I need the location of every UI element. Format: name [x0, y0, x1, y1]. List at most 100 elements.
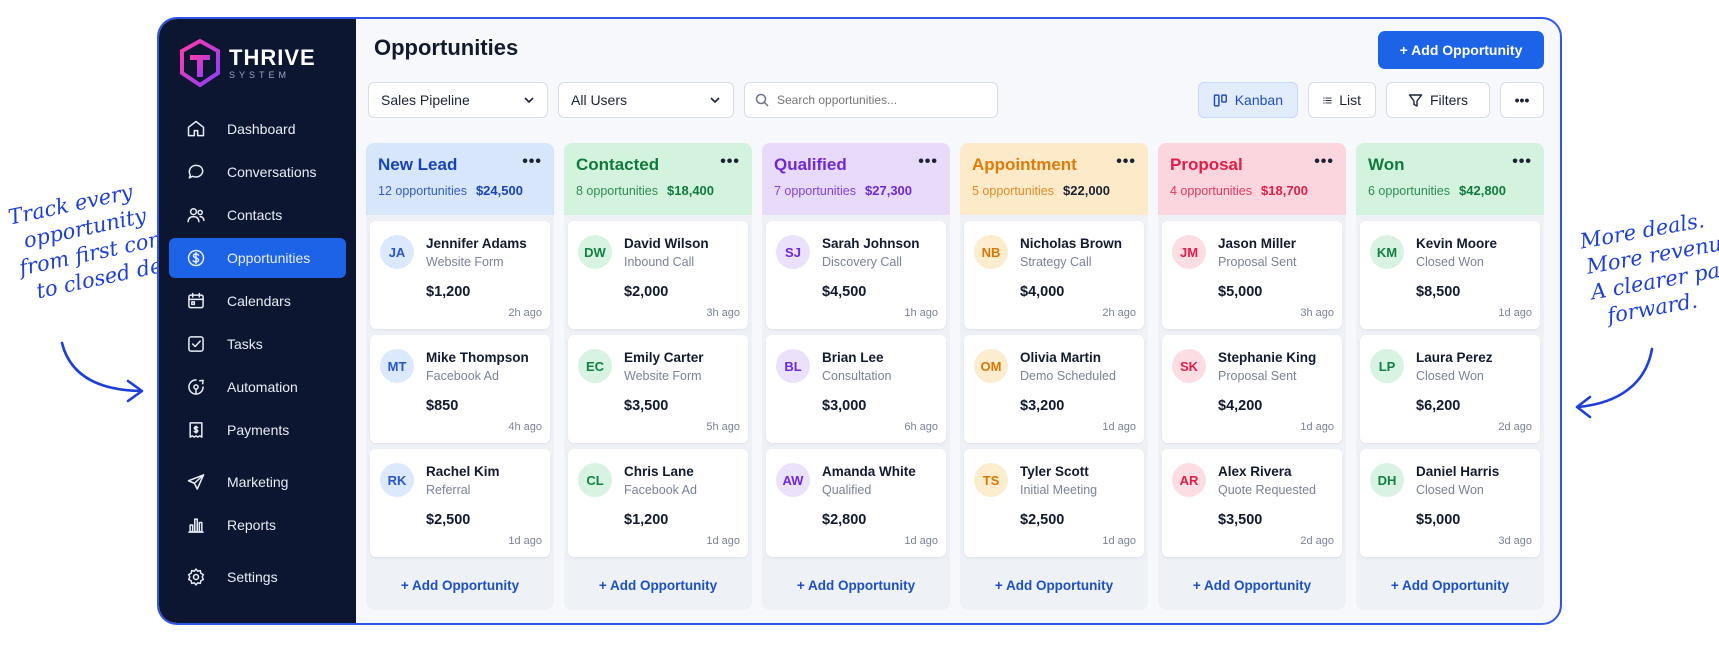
column-add-opportunity-button[interactable]: + Add Opportunity: [964, 563, 1144, 607]
column-count: 7 opportunities: [774, 184, 857, 198]
opportunity-card[interactable]: SK Stephanie King Proposal Sent $4,200 1d ag…: [1162, 335, 1342, 443]
sidebar-item-marketing[interactable]: Marketing: [169, 462, 346, 502]
timestamp: 6h ago: [904, 421, 938, 433]
opportunity-card[interactable]: TS Tyler Scott Initial Meeting $2,500 1d ago: [964, 449, 1144, 557]
brand[interactable]: THRIVE SYSTEM: [159, 37, 356, 89]
column-title: Contacted: [576, 155, 660, 174]
opportunity-card[interactable]: RK Rachel Kim Referral $2,500 1d ago: [370, 449, 550, 557]
search-box[interactable]: [744, 82, 998, 118]
users-select[interactable]: All Users: [558, 82, 734, 118]
kanban-view-button[interactable]: Kanban: [1198, 82, 1298, 118]
opportunity-card[interactable]: CL Chris Lane Facebook Ad $1,200 1d ago: [568, 449, 748, 557]
contact-name: Laura Perez: [1416, 350, 1493, 365]
deal-amount: $3,200: [1020, 398, 1065, 414]
opportunity-card[interactable]: AR Alex Rivera Quote Requested $3,500 2d ago: [1162, 449, 1342, 557]
avatar: LP: [1370, 349, 1404, 383]
receipt-icon: [185, 419, 207, 441]
avatar: EC: [578, 349, 612, 383]
filter-icon: [1408, 93, 1423, 107]
lead-source: Consultation: [822, 369, 892, 383]
opportunity-card[interactable]: DH Daniel Harris Closed Won $5,000 3d ago: [1360, 449, 1540, 557]
column-body: NB Nicholas Brown Strategy Call $4,000 2h ag…: [960, 215, 1148, 610]
column-count: 4 opportunities: [1170, 184, 1253, 198]
timestamp: 1d ago: [706, 535, 740, 547]
opportunity-card[interactable]: JM Jason Miller Proposal Sent $5,000 3h ago: [1162, 221, 1342, 329]
column-more-icon[interactable]: •••: [522, 153, 542, 171]
column-more-icon[interactable]: •••: [1314, 153, 1334, 171]
avatar: JA: [380, 235, 414, 269]
avatar: AW: [776, 463, 810, 497]
avatar: KM: [1370, 235, 1404, 269]
sidebar-item-label: Calendars: [227, 293, 291, 309]
opportunity-card[interactable]: AW Amanda White Qualified $2,800 1d ago: [766, 449, 946, 557]
sidebar-item-settings[interactable]: Settings: [169, 557, 346, 597]
sidebar-item-automation[interactable]: Automation: [169, 367, 346, 407]
contact-name: Rachel Kim: [426, 464, 500, 479]
column-count: 12 opportunities: [378, 184, 467, 198]
deal-amount: $4,000: [1020, 284, 1065, 300]
column-add-opportunity-button[interactable]: + Add Opportunity: [1360, 563, 1540, 607]
contact-name: Nicholas Brown: [1020, 236, 1123, 251]
sidebar-item-calendars[interactable]: Calendars: [169, 281, 346, 321]
opportunity-card[interactable]: DW David Wilson Inbound Call $2,000 3h ago: [568, 221, 748, 329]
contact-name: Mike Thompson: [426, 350, 529, 365]
opportunity-card[interactable]: SJ Sarah Johnson Discovery Call $4,500 1h ag…: [766, 221, 946, 329]
search-input[interactable]: [777, 93, 977, 107]
sidebar-item-payments[interactable]: Payments: [169, 410, 346, 450]
sidebar-item-dashboard[interactable]: Dashboard: [169, 109, 346, 149]
opportunity-card[interactable]: MT Mike Thompson Facebook Ad $850 4h ago: [370, 335, 550, 443]
avatar: SJ: [776, 235, 810, 269]
contact-name: Sarah Johnson: [822, 236, 920, 251]
deal-amount: $4,200: [1218, 398, 1263, 414]
avatar: TS: [974, 463, 1008, 497]
timestamp: 1d ago: [508, 535, 542, 547]
contact-name: David Wilson: [624, 236, 709, 251]
column-more-icon[interactable]: •••: [1512, 153, 1532, 171]
toolbar: Sales Pipeline All Users Kanban: [368, 81, 1544, 119]
sidebar-item-conversations[interactable]: Conversations: [169, 152, 346, 192]
opportunity-card[interactable]: JA Jennifer Adams Website Form $1,200 2h ago: [370, 221, 550, 329]
more-options-button[interactable]: •••: [1500, 82, 1544, 118]
lead-source: Facebook Ad: [426, 369, 499, 383]
opportunity-card[interactable]: EC Emily Carter Website Form $3,500 5h ago: [568, 335, 748, 443]
add-opportunity-button[interactable]: + Add Opportunity: [1378, 31, 1544, 69]
column-add-opportunity-button[interactable]: + Add Opportunity: [766, 563, 946, 607]
timestamp: 2h ago: [1102, 307, 1136, 319]
opportunity-card[interactable]: LP Laura Perez Closed Won $6,200 2d ago: [1360, 335, 1540, 443]
column-value: $18,700: [1261, 183, 1309, 198]
column-value: $42,800: [1459, 183, 1507, 198]
column-more-icon[interactable]: •••: [720, 153, 740, 171]
sidebar-item-label: Tasks: [227, 336, 263, 352]
column-add-opportunity-button[interactable]: + Add Opportunity: [370, 563, 550, 607]
list-icon: [1323, 96, 1332, 104]
column-more-icon[interactable]: •••: [1116, 153, 1136, 171]
right-callout-note: More deals. More revenue. A clearer path…: [1572, 201, 1719, 332]
column-header: Contacted ••• 8 opportunities $18,400: [564, 143, 752, 215]
list-view-button[interactable]: List: [1308, 82, 1376, 118]
column-header: New Lead ••• 12 opportunities $24,500: [366, 143, 554, 215]
sidebar-item-reports[interactable]: Reports: [169, 505, 346, 545]
gear-icon: [185, 566, 207, 588]
calendar-icon: [185, 290, 207, 312]
opportunity-card[interactable]: BL Brian Lee Consultation $3,000 6h ago: [766, 335, 946, 443]
opportunity-card[interactable]: NB Nicholas Brown Strategy Call $4,000 2h ag…: [964, 221, 1144, 329]
stage: Track every opportunity from first conta…: [0, 0, 1719, 650]
timestamp: 2d ago: [1300, 535, 1334, 547]
sidebar-item-opportunities[interactable]: Opportunities: [169, 238, 346, 278]
bar-chart-icon: [185, 514, 207, 536]
deal-amount: $5,000: [1416, 512, 1461, 528]
pipeline-select[interactable]: Sales Pipeline: [368, 82, 548, 118]
lead-source: Inbound Call: [624, 255, 695, 269]
lead-source: Quote Requested: [1218, 483, 1316, 497]
filters-button[interactable]: Filters: [1386, 82, 1490, 118]
deal-amount: $3,500: [624, 398, 669, 414]
opportunity-card[interactable]: OM Olivia Martin Demo Scheduled $3,200 1d ag…: [964, 335, 1144, 443]
column-add-opportunity-button[interactable]: + Add Opportunity: [1162, 563, 1342, 607]
opportunity-card[interactable]: KM Kevin Moore Closed Won $8,500 1d ago: [1360, 221, 1540, 329]
contact-name: Alex Rivera: [1218, 464, 1292, 479]
sidebar-item-contacts[interactable]: Contacts: [169, 195, 346, 235]
sidebar-item-tasks[interactable]: Tasks: [169, 324, 346, 364]
column-add-opportunity-button[interactable]: + Add Opportunity: [568, 563, 748, 607]
column-more-icon[interactable]: •••: [918, 153, 938, 171]
deal-amount: $850: [426, 398, 459, 414]
